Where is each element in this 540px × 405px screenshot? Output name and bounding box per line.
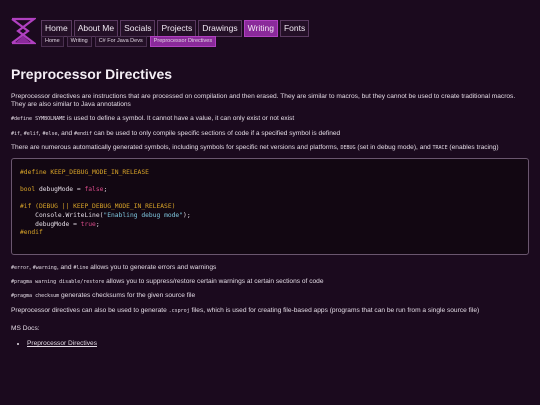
nav-item-fonts[interactable]: Fonts <box>279 20 310 37</box>
code-token: Console.WriteLine( <box>20 211 104 219</box>
error-paragraph: #error, #warning, and #line allows you t… <box>11 264 529 272</box>
nav-item-home[interactable]: Home <box>41 20 72 37</box>
ms-docs-link[interactable]: Preprocessor Directives <box>27 340 97 347</box>
code-token: #define KEEP_DEBUG_MODE_IN_RELEASE <box>20 169 149 177</box>
nav-item-socials[interactable]: Socials <box>120 20 156 37</box>
site-header: Home About Me Socials Projects Drawings … <box>0 0 540 50</box>
code-token: ); <box>183 211 191 219</box>
nav-item-about-me[interactable]: About Me <box>73 20 119 37</box>
inline-code: DEBUG <box>340 144 356 151</box>
auto-symbols-paragraph: There are numerous automatically generat… <box>11 144 529 152</box>
code-token: ; <box>95 220 100 228</box>
inline-code: #error <box>11 265 30 272</box>
main-content: Preprocessor Directives Preprocessor dir… <box>11 66 529 348</box>
paragraph-text: Preprocessor directives can also be used… <box>11 306 169 314</box>
paragraph-text: allows you to suppress/restore certain w… <box>104 278 324 286</box>
paragraph-text: (enables tracing) <box>447 143 499 151</box>
code-block[interactable]: #define KEEP_DEBUG_MODE_IN_RELEASEbool d… <box>11 158 529 256</box>
nav-item-projects[interactable]: Projects <box>157 20 197 37</box>
inline-code: #warning <box>32 265 57 272</box>
code-token: ; <box>103 186 108 194</box>
breadcrumb: Home Writing C# For Java Devs Preprocess… <box>41 36 217 47</box>
breadcrumb-preprocessor-directives[interactable]: Preprocessor Directives <box>149 36 217 47</box>
ms-docs-list: Preprocessor Directives <box>27 339 529 348</box>
pragma-checksum-paragraph: #pragma checksum generates checksums for… <box>11 292 529 300</box>
breadcrumb-home[interactable]: Home <box>41 36 64 47</box>
code-token: #endif <box>20 229 43 237</box>
code-line: debugMode = true; <box>20 221 520 230</box>
inline-code: #if <box>11 130 21 137</box>
code-token: true <box>80 220 96 228</box>
ms-docs-label: MS Docs: <box>11 324 40 332</box>
paragraph-text: is used to define a symbol. It cannot ha… <box>65 115 295 123</box>
code-line: bool debugMode = false; <box>20 186 520 195</box>
code-line: #if (DEBUG || KEEP_DEBUG_MODE_IN_RELEASE… <box>20 203 520 212</box>
intro-paragraph: Preprocessor directives are instructions… <box>11 93 516 109</box>
paragraph-text: files, which is used for creating file-b… <box>189 306 480 314</box>
breadcrumb-writing[interactable]: Writing <box>66 36 92 47</box>
inline-code: #pragma checksum <box>11 293 60 300</box>
code-token: false <box>84 186 104 194</box>
breadcrumb-csharp-for-java-devs[interactable]: C# For Java Devs <box>94 36 147 47</box>
separator-text: , and <box>57 129 74 137</box>
code-line: #define KEEP_DEBUG_MODE_IN_RELEASE <box>20 169 520 178</box>
paragraph-text: allows you to generate errors and warnin… <box>88 264 217 272</box>
list-item: Preprocessor Directives <box>27 339 529 348</box>
inline-code: #define SYMBOLNAME <box>11 116 66 123</box>
csproj-paragraph: Preprocessor directives can also be used… <box>11 307 529 315</box>
code-token: "Enabling debug mode" <box>103 211 184 219</box>
separator-text: , and <box>56 264 74 272</box>
hourglass-logo-icon[interactable] <box>10 17 36 45</box>
code-line: Console.WriteLine("Enabling debug mode")… <box>20 212 520 221</box>
inline-code: #else <box>42 130 58 137</box>
inline-code: #elif <box>23 130 39 137</box>
pragma-warning-paragraph: #pragma warning disable/restore allows y… <box>11 278 529 286</box>
code-token: debugMode = <box>20 220 81 228</box>
main-nav: Home About Me Socials Projects Drawings … <box>41 20 310 37</box>
code-token: #if (DEBUG || KEEP_DEBUG_MODE_IN_RELEASE… <box>20 203 176 211</box>
nav-item-writing[interactable]: Writing <box>243 20 278 37</box>
paragraph-text: can be used to only compile specific sec… <box>92 129 341 137</box>
code-token: debugMode = <box>35 186 85 194</box>
page-title: Preprocessor Directives <box>11 66 173 82</box>
code-token: bool <box>20 186 36 194</box>
paragraph-text: There are numerous automatically generat… <box>11 143 341 151</box>
inline-code: #pragma warning disable/restore <box>11 279 105 286</box>
code-line: #endif <box>20 229 520 238</box>
nav-item-drawings[interactable]: Drawings <box>198 20 242 37</box>
inline-code: .csproj <box>168 307 190 314</box>
paragraph-text: (set in debug mode), and <box>355 143 433 151</box>
inline-code: TRACE <box>432 144 448 151</box>
paragraph-text: generates checksums for the given source… <box>59 292 196 300</box>
if-paragraph: #if, #elif, #else, and #endif can be use… <box>11 130 529 138</box>
inline-code: #endif <box>74 130 93 137</box>
define-paragraph: #define SYMBOLNAME is used to define a s… <box>11 115 529 123</box>
inline-code: #line <box>73 265 89 272</box>
